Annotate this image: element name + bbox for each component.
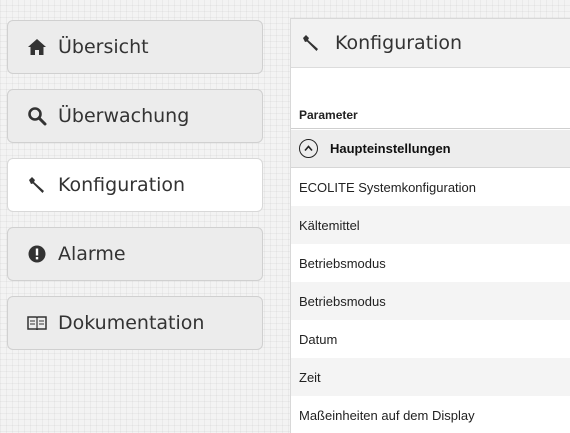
sidebar-item-ueberwachung[interactable]: Überwachung [7, 89, 263, 143]
search-icon [26, 105, 48, 127]
list-item[interactable]: ECOLITE Systemkonfiguration [291, 168, 570, 206]
list-item[interactable]: Kältemittel [291, 206, 570, 244]
sidebar-item-alarme[interactable]: Alarme [7, 227, 263, 281]
column-header-parameter: Parameter [291, 101, 570, 129]
list-item[interactable]: Zeit [291, 358, 570, 396]
book-icon [26, 312, 48, 334]
sidebar-item-label: Dokumentation [58, 312, 205, 334]
group-toggle-haupteinstellungen[interactable]: Haupteinstellungen [291, 130, 570, 168]
sidebar-item-konfiguration[interactable]: Konfiguration [7, 158, 263, 212]
sidebar-item-label: Konfiguration [58, 174, 186, 196]
sidebar-item-dokumentation[interactable]: Dokumentation [7, 296, 263, 350]
wrench-icon [26, 174, 48, 196]
group-label: Haupteinstellungen [330, 141, 451, 156]
chevron-up-circle-icon [299, 139, 318, 158]
panel-header: Konfiguration [291, 19, 570, 68]
list-item[interactable]: Betriebsmodus [291, 282, 570, 320]
panel-title: Konfiguration [335, 32, 463, 54]
sidebar-item-label: Überwachung [58, 105, 190, 127]
home-icon [26, 36, 48, 58]
wrench-icon [301, 32, 323, 54]
list-item[interactable]: Betriebsmodus [291, 244, 570, 282]
sidebar-item-label: Alarme [58, 243, 126, 265]
parameter-list: ECOLITE Systemkonfiguration Kältemittel … [291, 168, 570, 433]
configuration-panel: Konfiguration Parameter Haupteinstellung… [290, 18, 570, 433]
list-item[interactable]: Datum [291, 320, 570, 358]
sidebar-item-uebersicht[interactable]: Übersicht [7, 20, 263, 74]
alert-icon [26, 243, 48, 265]
list-item[interactable]: Maßeinheiten auf dem Display [291, 396, 570, 433]
sidebar-item-label: Übersicht [58, 36, 149, 58]
